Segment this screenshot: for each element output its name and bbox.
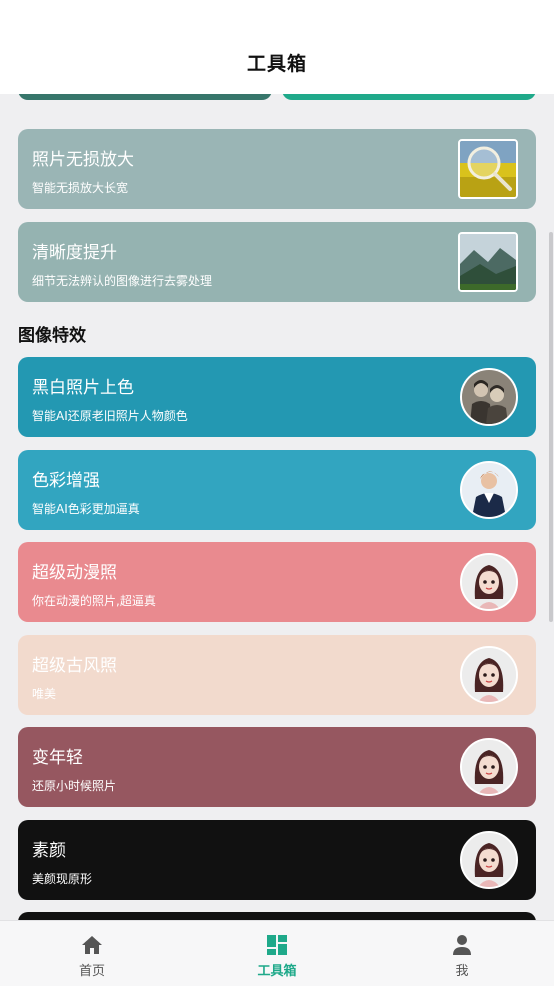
card-title: 变年轻	[32, 748, 83, 768]
tool-card-colorize[interactable]: 黑白照片上色 智能AI还原老旧照片人物颜色	[18, 357, 536, 437]
tab-toolbox[interactable]: 工具箱	[185, 921, 369, 986]
card-subtitle: 智能无损放大长宽	[32, 181, 129, 195]
card-title: 素颜	[32, 841, 66, 861]
tab-label: 首页	[78, 964, 105, 979]
tool-card-no-makeup[interactable]: 素颜 美颜现原形	[18, 820, 536, 900]
tool-card-color-enhance[interactable]: 色彩增强 智能AI色彩更加逼真	[18, 450, 536, 530]
card-title: 超级动漫照	[32, 563, 117, 583]
card-subtitle: 智能AI还原老旧照片人物颜色	[32, 409, 188, 423]
tool-card-partial-right[interactable]	[282, 94, 536, 100]
tool-list[interactable]: 照片无损放大 智能无损放大长宽 清晰度提升 细节无法辨认的图像进行去雾处理 图像…	[0, 94, 554, 920]
anime-girl-avatar	[460, 831, 518, 889]
tool-card-clarity[interactable]: 清晰度提升 细节无法辨认的图像进行去雾处理	[18, 222, 536, 302]
mountain-thumbnail	[458, 232, 518, 292]
tab-me[interactable]: 我	[370, 921, 554, 986]
tab-label: 我	[455, 964, 469, 979]
card-subtitle: 细节无法辨认的图像进行去雾处理	[32, 274, 213, 288]
scrollbar[interactable]	[549, 232, 553, 622]
card-subtitle: 还原小时候照片	[32, 779, 117, 793]
card-title: 色彩增强	[32, 471, 100, 491]
tool-card-anime[interactable]: 超级动漫照 你在动漫的照片,超逼真	[18, 542, 536, 622]
header: 工具箱	[0, 0, 554, 94]
card-title: 清晰度提升	[32, 243, 117, 263]
card-subtitle: 美颜现原形	[32, 872, 93, 886]
dashboard-icon	[267, 935, 287, 955]
card-title: 黑白照片上色	[32, 378, 134, 398]
tool-card-ancient-style[interactable]: 超级古风照 唯美	[18, 635, 536, 715]
tab-label: 工具箱	[257, 964, 297, 979]
card-subtitle: 你在动漫的照片,超逼真	[32, 594, 156, 608]
old-photo-avatar	[460, 368, 518, 426]
portrait-avatar	[460, 461, 518, 519]
card-title: 照片无损放大	[32, 150, 134, 170]
tool-card-photo-enlarge[interactable]: 照片无损放大 智能无损放大长宽	[18, 129, 536, 209]
page-title: 工具箱	[246, 53, 307, 75]
anime-girl-avatar	[460, 738, 518, 796]
tool-card-younger[interactable]: 变年轻 还原小时候照片	[18, 727, 536, 807]
card-subtitle: 唯美	[32, 687, 57, 701]
tab-home[interactable]: 首页	[0, 921, 184, 986]
flower-field-thumbnail	[458, 139, 518, 199]
card-title: 超级古风照	[32, 656, 117, 676]
tool-card-partial-left[interactable]	[18, 94, 272, 100]
section-title-image-effects: 图像特效	[18, 326, 86, 346]
card-subtitle: 智能AI色彩更加逼真	[32, 502, 140, 516]
home-icon	[82, 936, 102, 954]
anime-girl-avatar	[460, 553, 518, 611]
anime-girl-avatar	[460, 646, 518, 704]
bottom-tab-bar: 首页 工具箱 我	[0, 920, 554, 986]
person-icon	[453, 935, 471, 955]
